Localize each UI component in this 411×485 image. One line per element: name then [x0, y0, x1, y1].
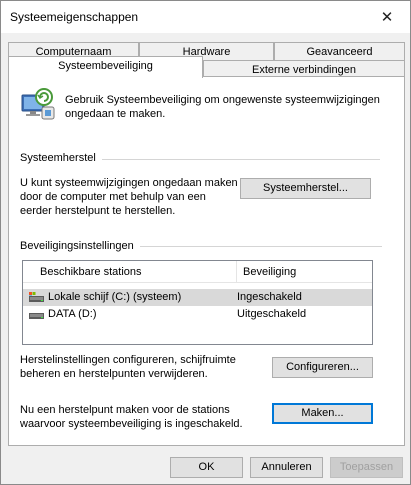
drive-status: Ingeschakeld	[237, 291, 302, 303]
ok-button[interactable]: OK	[170, 457, 243, 478]
tab-systeembeveiliging[interactable]: Systeembeveiliging	[8, 56, 203, 78]
close-button[interactable]: ✕	[364, 1, 410, 32]
listview-header: Beschikbare stations Beveiliging	[23, 261, 372, 283]
configure-description: Herstelinstellingen configureren, schijf…	[20, 354, 236, 380]
drives-listview[interactable]: Beschikbare stations Beveiliging Lokale …	[22, 260, 373, 345]
system-drive-icon	[29, 292, 44, 302]
column-header-stations[interactable]: Beschikbare stations	[34, 261, 142, 283]
protection-section-title: Beveiligingsinstellingen	[20, 240, 140, 252]
title-bar[interactable]: Systeemeigenschappen ✕	[1, 1, 410, 33]
restore-description: U kunt systeemwijzigingen ongedaan maken…	[20, 177, 238, 217]
create-description: Nu een herstelpunt maken voor de station…	[20, 404, 243, 430]
cancel-button[interactable]: Annuleren	[250, 457, 323, 478]
drive-name: DATA (D:)	[48, 308, 97, 320]
drive-row-d[interactable]: DATA (D:) Uitgeschakeld	[23, 306, 372, 323]
system-properties-window: Systeemeigenschappen ✕ Computernaam Hard…	[0, 0, 411, 485]
apply-button[interactable]: Toepassen	[330, 457, 403, 478]
drive-name: Lokale schijf (C:) (systeem)	[48, 291, 182, 303]
drive-row-c[interactable]: Lokale schijf (C:) (systeem) Ingeschakel…	[23, 289, 372, 306]
system-restore-button[interactable]: Systeemherstel...	[240, 178, 371, 199]
restore-section-title: Systeemherstel	[20, 152, 102, 164]
create-button[interactable]: Maken...	[272, 403, 373, 424]
close-icon: ✕	[380, 8, 394, 26]
drive-icon	[29, 313, 44, 319]
column-header-beveiliging[interactable]: Beveiliging	[237, 261, 296, 283]
window-title: Systeemeigenschappen	[10, 10, 139, 24]
system-protection-icon	[21, 88, 55, 120]
drive-status: Uitgeschakeld	[237, 308, 307, 320]
tab-geavanceerd[interactable]: Geavanceerd	[274, 42, 405, 62]
configure-button[interactable]: Configureren...	[272, 357, 373, 378]
intro-text: Gebruik Systeembeveiliging om ongewenste…	[65, 94, 380, 120]
